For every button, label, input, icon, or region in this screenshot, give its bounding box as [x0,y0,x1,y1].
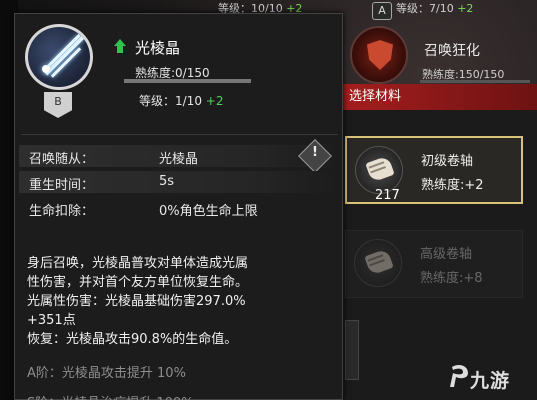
summon-frenzy-skill-name: 召唤狂化 [424,43,480,59]
tier-a-bonus: A阶：光棱晶攻击提升 10% [27,366,186,381]
proficiency-bar [124,79,251,83]
divider [21,134,338,135]
material-bonus: 熟练度:+2 [421,178,484,193]
select-materials-panel: 选择材料 217 初级卷轴 熟练度:+2 高级卷轴 熟练度:+8 [340,84,537,400]
upgrade-arrow-icon [114,39,126,53]
material-item-basic-scroll[interactable]: 217 初级卷轴 熟练度:+2 [345,136,523,204]
description-line: 恢复：光棱晶攻击90.8%的生命值。 [27,332,238,347]
bg-card-level-left: 等级：10/10 +2 [218,2,303,15]
stat-row-summon: 召唤随从： 光棱晶 [19,145,339,167]
rank-badge: B [44,92,72,118]
stat-row-respawn: 重生时间： 5s [19,171,339,193]
jiuyou-logo-icon [450,365,468,387]
material-count: 217 [375,188,400,203]
description-line: 性伤害，并对首个友方单位恢复生命。 [27,275,249,290]
select-materials-header: 选择材料 [341,84,537,110]
skill-tooltip: B 光棱晶 熟练度:0/150 等级：1/10 +2 召唤随从： 光棱晶 ! 重… [14,13,343,400]
skill-level: 等级：1/10 +2 [139,94,224,108]
summon-frenzy-skill-icon[interactable] [350,26,408,84]
material-item-advanced-scroll[interactable]: 高级卷轴 熟练度:+8 [345,230,523,298]
material-slot-partial[interactable] [345,320,359,380]
warning-glyph: ! [312,145,318,160]
stat-key: 召唤随从： [29,152,95,167]
skill-description: 身后召唤，光棱晶普攻对单体造成光属 性伤害，并对首个友方单位恢复生命。 光属性伤… [27,254,339,349]
description-line: +351点 [27,313,76,328]
stat-row-hp-cost: 生命扣除： 0%角色生命上限 [19,197,339,219]
stat-value: 0%角色生命上限 [159,204,258,219]
stat-value: 光棱晶 [159,152,199,167]
watermark-text: 九游 [470,370,511,392]
basic-scroll-icon [355,146,403,194]
bg-card-level-right: 等级：7/10 +2 [396,2,474,15]
stat-key: 重生时间： [29,178,95,193]
summon-frenzy-proficiency-bar [420,80,530,83]
stat-key: 生命扣除： [29,204,95,219]
advanced-scroll-icon [354,239,402,287]
material-name: 初级卷轴 [421,154,474,169]
stat-value: 5s [159,174,175,189]
skill-name: 光棱晶 [135,39,181,57]
prism-crystal-icon [25,24,93,90]
tier-s-bonus: S阶：光棱晶治疗提升 100% [27,392,194,400]
material-name: 高级卷轴 [420,247,473,262]
description-line: 身后召唤，光棱晶普攻对单体造成光属 [27,256,249,271]
description-line: 光属性伤害：光棱晶基础伤害297.0% [27,294,246,309]
bg-rank-badge: A [372,2,392,20]
material-bonus: 熟练度:+8 [420,271,483,286]
